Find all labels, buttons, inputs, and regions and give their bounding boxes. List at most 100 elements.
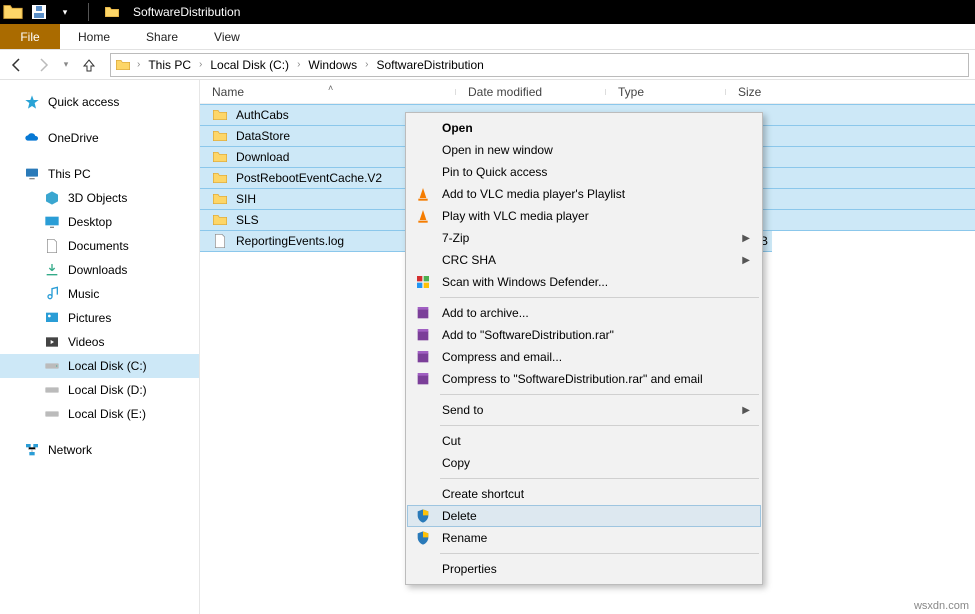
- sidebar-network[interactable]: Network: [0, 438, 199, 462]
- ctx-7zip[interactable]: 7-Zip▶: [408, 227, 760, 249]
- context-menu: Open Open in new window Pin to Quick acc…: [405, 112, 763, 585]
- chevron-right-icon: ›: [365, 59, 368, 70]
- column-size[interactable]: Size: [726, 85, 806, 99]
- breadcrumb-current[interactable]: SoftwareDistribution: [374, 58, 485, 72]
- file-name: PostRebootEventCache.V2: [236, 171, 382, 185]
- sidebar-local-disk-c[interactable]: Local Disk (C:): [0, 354, 199, 378]
- sidebar-pictures[interactable]: Pictures: [0, 306, 199, 330]
- uac-shield-icon: [414, 529, 432, 547]
- sidebar-label: Pictures: [68, 311, 111, 325]
- share-tab[interactable]: Share: [128, 24, 196, 49]
- ctx-rename[interactable]: Rename: [408, 527, 760, 549]
- source-watermark: wsxdn.com: [914, 600, 969, 612]
- ctx-create-shortcut[interactable]: Create shortcut: [408, 483, 760, 505]
- address-bar[interactable]: › This PC › Local Disk (C:) › Windows › …: [110, 53, 969, 77]
- folder-icon: [212, 170, 228, 186]
- drive-icon: [44, 358, 60, 374]
- sidebar-label: Quick access: [48, 95, 119, 109]
- sidebar-label: Local Disk (D:): [68, 383, 147, 397]
- video-icon: [44, 334, 60, 350]
- titlebar-divider: [88, 3, 89, 21]
- winrar-icon: [414, 370, 432, 388]
- file-name: Download: [236, 150, 289, 164]
- ctx-compress-named-email[interactable]: Compress to "SoftwareDistribution.rar" a…: [408, 368, 760, 390]
- sidebar-quick-access[interactable]: Quick access: [0, 90, 199, 114]
- home-tab[interactable]: Home: [60, 24, 128, 49]
- sidebar-this-pc[interactable]: This PC: [0, 162, 199, 186]
- sidebar-local-disk-d[interactable]: Local Disk (D:): [0, 378, 199, 402]
- column-name[interactable]: Name˄: [200, 85, 456, 99]
- sidebar-music[interactable]: Music: [0, 282, 199, 306]
- ctx-vlc-play[interactable]: Play with VLC media player: [408, 205, 760, 227]
- star-icon: [24, 94, 40, 110]
- chevron-right-icon: ›: [297, 59, 300, 70]
- winrar-icon: [414, 304, 432, 322]
- window-title: SoftwareDistribution: [133, 5, 240, 19]
- vlc-icon: [414, 207, 432, 225]
- ctx-add-named-rar[interactable]: Add to "SoftwareDistribution.rar": [408, 324, 760, 346]
- desktop-icon: [44, 214, 60, 230]
- chevron-right-icon: ▶: [742, 233, 750, 244]
- sidebar-local-disk-e[interactable]: Local Disk (E:): [0, 402, 199, 426]
- folder-icon: [0, 0, 26, 24]
- column-type[interactable]: Type: [606, 85, 726, 99]
- ribbon-tabs: File Home Share View: [0, 24, 975, 50]
- chevron-right-icon: ▶: [742, 255, 750, 266]
- folder-icon: [212, 128, 228, 144]
- file-name: DataStore: [236, 129, 290, 143]
- ctx-compress-email[interactable]: Compress and email...: [408, 346, 760, 368]
- ctx-vlc-add[interactable]: Add to VLC media player's Playlist: [408, 183, 760, 205]
- file-icon: [212, 233, 228, 249]
- breadcrumb-windows[interactable]: Windows: [306, 58, 359, 72]
- folder-icon: [115, 57, 131, 73]
- pc-icon: [24, 166, 40, 182]
- ctx-pin-quick-access[interactable]: Pin to Quick access: [408, 161, 760, 183]
- sidebar-label: 3D Objects: [68, 191, 127, 205]
- ctx-separator: [440, 394, 759, 395]
- ctx-send-to[interactable]: Send to▶: [408, 399, 760, 421]
- winrar-icon: [414, 326, 432, 344]
- picture-icon: [44, 310, 60, 326]
- chevron-right-icon: ›: [137, 59, 140, 70]
- sidebar-label: Documents: [68, 239, 129, 253]
- ctx-cut[interactable]: Cut: [408, 430, 760, 452]
- breadcrumb-drive[interactable]: Local Disk (C:): [208, 58, 291, 72]
- column-date[interactable]: Date modified: [456, 85, 606, 99]
- ctx-defender[interactable]: Scan with Windows Defender...: [408, 271, 760, 293]
- up-button[interactable]: [78, 54, 100, 76]
- view-tab[interactable]: View: [196, 24, 258, 49]
- save-icon[interactable]: [26, 0, 52, 24]
- dropdown-icon[interactable]: ▾: [52, 0, 78, 24]
- forward-button[interactable]: [32, 54, 54, 76]
- sidebar-label: Local Disk (E:): [68, 407, 146, 421]
- sidebar-label: This PC: [48, 167, 91, 181]
- sidebar-desktop[interactable]: Desktop: [0, 210, 199, 234]
- ctx-copy[interactable]: Copy: [408, 452, 760, 474]
- ctx-delete[interactable]: Delete: [407, 505, 761, 527]
- sidebar-3d-objects[interactable]: 3D Objects: [0, 186, 199, 210]
- ctx-open[interactable]: Open: [408, 117, 760, 139]
- sort-indicator-icon: ˄: [328, 83, 333, 93]
- ctx-open-new-window[interactable]: Open in new window: [408, 139, 760, 161]
- drive-icon: [44, 382, 60, 398]
- sidebar-label: Music: [68, 287, 99, 301]
- titlebar-folder-icon: [99, 0, 125, 24]
- sidebar-onedrive[interactable]: OneDrive: [0, 126, 199, 150]
- vlc-icon: [414, 185, 432, 203]
- sidebar-videos[interactable]: Videos: [0, 330, 199, 354]
- file-tab[interactable]: File: [0, 24, 60, 49]
- file-name: SIH: [236, 192, 256, 206]
- back-button[interactable]: [6, 54, 28, 76]
- sidebar-documents[interactable]: Documents: [0, 234, 199, 258]
- breadcrumb-thispc[interactable]: This PC: [146, 58, 193, 72]
- drive-icon: [44, 406, 60, 422]
- file-name: SLS: [236, 213, 259, 227]
- network-icon: [24, 442, 40, 458]
- sidebar-downloads[interactable]: Downloads: [0, 258, 199, 282]
- history-dropdown[interactable]: ▾: [58, 59, 74, 70]
- ctx-crc-sha[interactable]: CRC SHA▶: [408, 249, 760, 271]
- shield-icon: [414, 273, 432, 291]
- ctx-properties[interactable]: Properties: [408, 558, 760, 580]
- ctx-add-archive[interactable]: Add to archive...: [408, 302, 760, 324]
- sidebar-label: Local Disk (C:): [68, 359, 147, 373]
